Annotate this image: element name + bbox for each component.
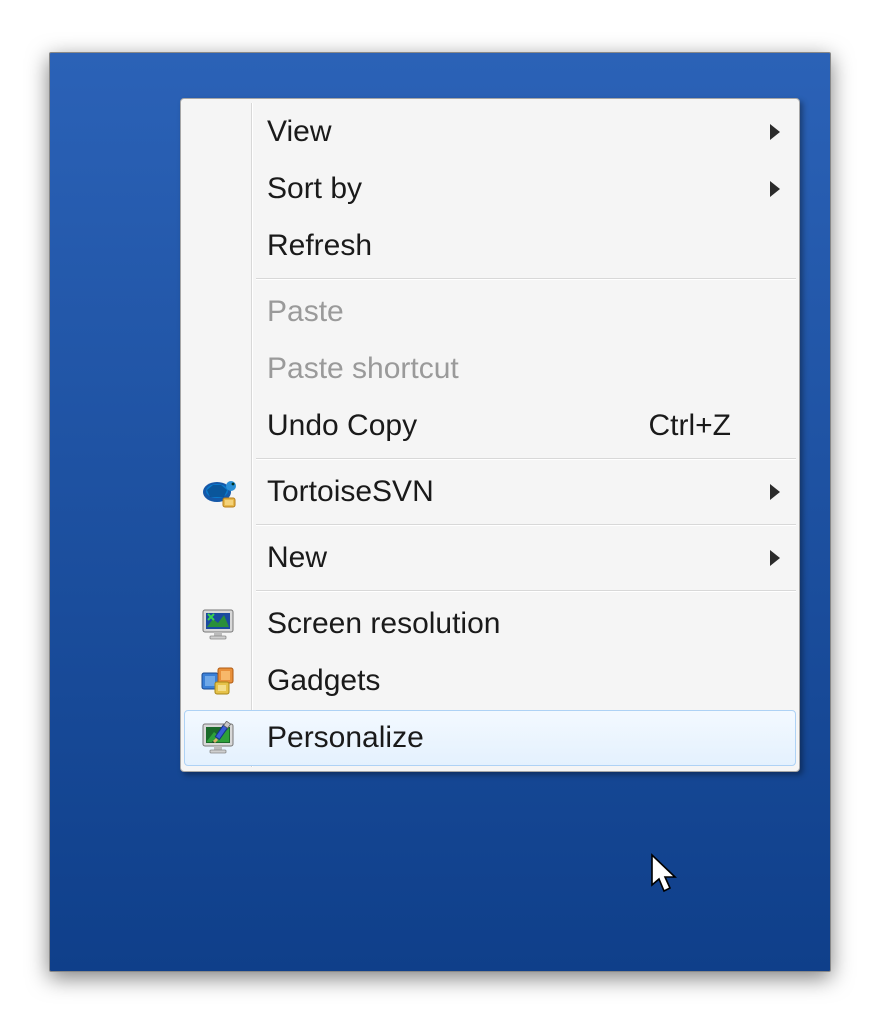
submenu-arrow-icon — [770, 181, 780, 197]
menu-separator — [256, 524, 796, 526]
menu-label: View — [251, 115, 755, 149]
menu-label: Undo Copy — [251, 409, 649, 443]
menu-label: Refresh — [251, 229, 755, 263]
menu-label: Paste — [251, 295, 755, 329]
submenu-arrow-icon — [770, 550, 780, 566]
submenu-arrow-icon — [770, 124, 780, 140]
menu-item-personalize[interactable]: Personalize — [184, 710, 796, 766]
menu-label: Paste shortcut — [251, 352, 755, 386]
menu-label: Sort by — [251, 172, 755, 206]
gadgets-icon — [200, 665, 236, 697]
menu-item-view[interactable]: View — [184, 104, 796, 160]
menu-label: TortoiseSVN — [251, 475, 755, 509]
menu-label: New — [251, 541, 755, 575]
menu-item-sort-by[interactable]: Sort by — [184, 161, 796, 217]
menu-item-new[interactable]: New — [184, 530, 796, 586]
menu-item-tortoisesvn[interactable]: TortoiseSVN — [184, 464, 796, 520]
menu-label: Screen resolution — [251, 607, 755, 641]
menu-item-paste: Paste — [184, 284, 796, 340]
personalize-icon — [200, 721, 236, 755]
menu-shortcut: Ctrl+Z — [649, 409, 756, 443]
menu-label: Gadgets — [251, 664, 755, 698]
monitor-icon — [200, 607, 236, 641]
mouse-cursor-icon — [650, 853, 680, 895]
menu-separator — [256, 278, 796, 280]
submenu-arrow-icon — [770, 484, 780, 500]
menu-item-undo-copy[interactable]: Undo Copy Ctrl+Z — [184, 398, 796, 454]
tortoise-icon — [199, 476, 237, 508]
menu-separator — [256, 590, 796, 592]
menu-item-gadgets[interactable]: Gadgets — [184, 653, 796, 709]
menu-item-paste-shortcut: Paste shortcut — [184, 341, 796, 397]
desktop-context-menu: View Sort by Refresh Paste Paste shortcu… — [180, 98, 800, 772]
menu-item-screen-resolution[interactable]: Screen resolution — [184, 596, 796, 652]
menu-item-refresh[interactable]: Refresh — [184, 218, 796, 274]
menu-separator — [256, 458, 796, 460]
desktop-background[interactable]: View Sort by Refresh Paste Paste shortcu… — [49, 52, 831, 972]
menu-label: Personalize — [251, 721, 755, 755]
